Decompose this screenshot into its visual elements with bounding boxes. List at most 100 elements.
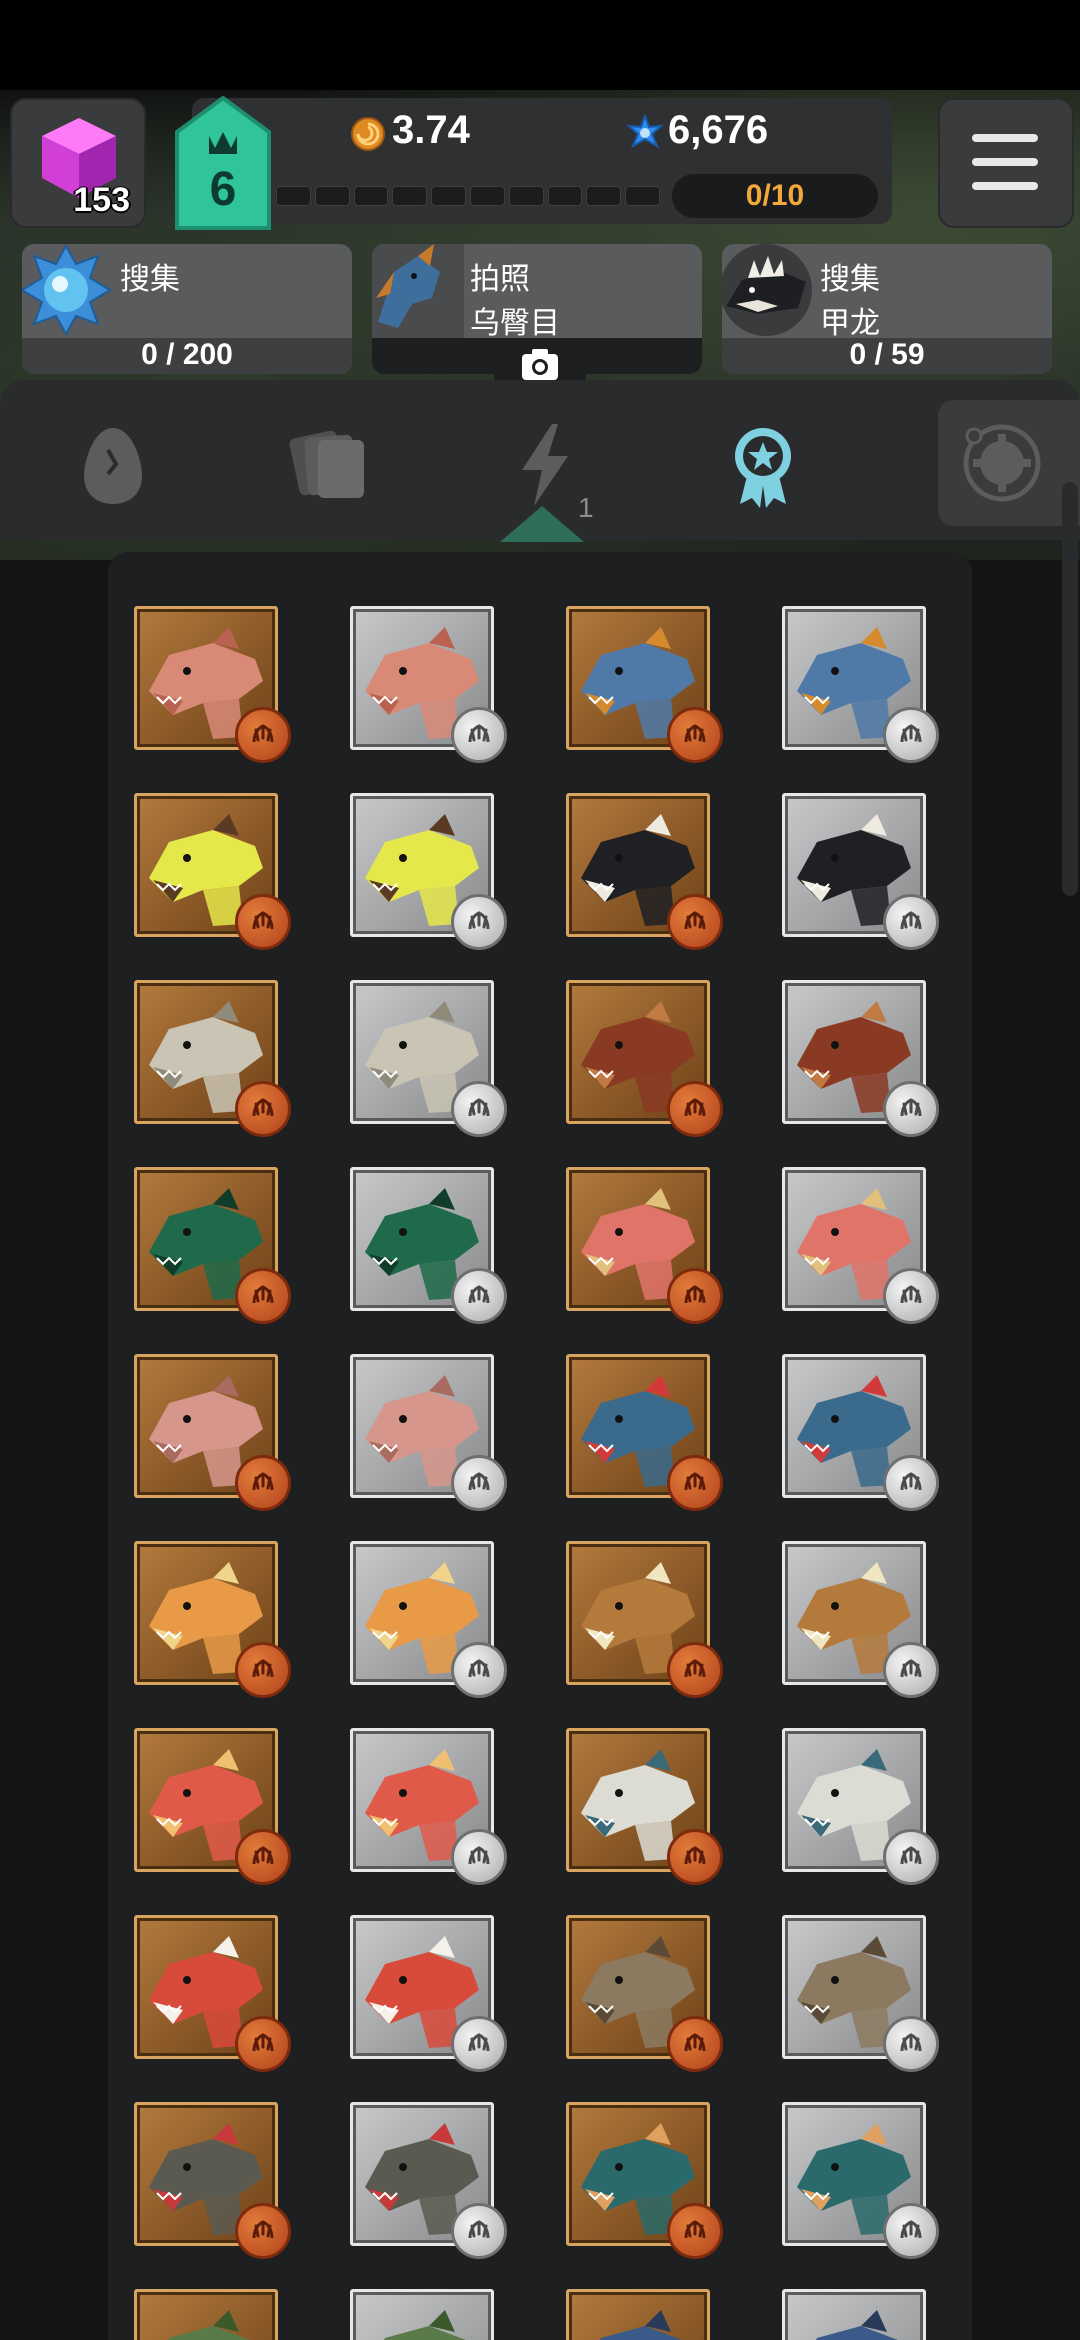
dinosaur-card-pink-longneck-bronze[interactable] <box>134 1354 291 1511</box>
menu-icon-line <box>972 158 1038 166</box>
bronze-medal-icon <box>235 1081 291 1137</box>
bronze-medal-icon <box>235 894 291 950</box>
claw-icon <box>900 1659 922 1678</box>
dinosaur-card-green-dino-silver[interactable] <box>350 2289 494 2340</box>
dinosaur-card-yellow-horned-dino-silver[interactable] <box>350 793 507 950</box>
dinosaur-card-grey-spiked-trex-bronze[interactable] <box>134 2102 291 2259</box>
dinosaur-card-spiky-brown-dino-silver[interactable] <box>782 1541 939 1698</box>
dinosaur-card-blue-crested-dino-silver[interactable] <box>782 606 939 763</box>
dinosaur-card-orange-longneck-bronze[interactable] <box>134 1541 291 1698</box>
bronze-medal-icon <box>235 1642 291 1698</box>
dinosaur-card-brown-duckbill-bronze[interactable] <box>566 1915 723 2072</box>
quest-card-collect-orbs[interactable]: 搜集 0 / 200 <box>22 244 352 374</box>
quest-title: 拍照 <box>470 263 530 296</box>
dinosaur-card-green-longneck-silver[interactable] <box>350 1167 507 1324</box>
dinosaur-card-white-longneck-bronze[interactable] <box>566 1728 723 1885</box>
cards-tab[interactable] <box>284 420 374 510</box>
dinosaur-card-teal-sailback-silver[interactable] <box>782 2102 939 2259</box>
dinosaur-head-icon <box>383 2310 466 2340</box>
xp-segment <box>353 186 389 206</box>
quest-card-collect-ankylosaur[interactable]: 搜集 甲龙 0 / 59 <box>722 244 1052 374</box>
bronze-medal-icon <box>667 2016 723 2072</box>
claw-icon <box>468 1472 490 1491</box>
dinosaur-card-green-dino-bronze[interactable] <box>134 2289 278 2340</box>
xp-counter: 0/10 <box>672 174 878 218</box>
dinosaur-card-blue-red-crested-dino-bronze[interactable] <box>566 1354 723 1511</box>
bronze-medal-icon <box>235 707 291 763</box>
game-screen: 153 6 3.74 6,676 0/10 搜集 0 / 200 拍照 乌臀目 … <box>0 0 1080 2340</box>
blue-orb-icon <box>22 244 112 337</box>
silver-medal-icon <box>883 707 939 763</box>
dinosaur-card-blue-dino-bronze[interactable] <box>566 2289 710 2340</box>
claw-icon <box>468 2220 490 2239</box>
claw-icon <box>684 911 706 930</box>
dinosaur-card-blue-crested-dino-bronze[interactable] <box>566 606 723 763</box>
egg-tab[interactable] <box>68 420 158 510</box>
bronze-medal-icon <box>667 1268 723 1324</box>
dinosaur-card-pterosaur-bronze[interactable] <box>566 980 723 1137</box>
dinosaur-card-pink-longneck-silver[interactable] <box>350 1354 507 1511</box>
xp-segment <box>431 186 466 206</box>
menu-icon-line <box>972 182 1038 190</box>
scrollbar[interactable] <box>1062 482 1078 896</box>
bronze-medal-icon <box>235 1455 291 1511</box>
bronze-medal-icon <box>667 1081 723 1137</box>
claw-icon <box>468 911 490 930</box>
silver-medal-icon <box>451 2016 507 2072</box>
dinosaur-card-spiky-brown-dino-bronze[interactable] <box>566 1541 723 1698</box>
dinosaur-card-blue-dino-silver[interactable] <box>782 2289 926 2340</box>
claw-icon <box>900 724 922 743</box>
dinosaur-card-white-longneck-silver[interactable] <box>782 1728 939 1885</box>
dinosaur-card-grey-triceratops-silver[interactable] <box>350 980 507 1137</box>
silver-medal-icon <box>883 1081 939 1137</box>
claw-icon <box>684 1846 706 1865</box>
dinosaur-card-pachycephalosaur-bronze[interactable] <box>134 1728 291 1885</box>
dinosaur-card-green-longneck-bronze[interactable] <box>134 1167 291 1324</box>
settings-button[interactable] <box>938 400 1080 526</box>
dinosaur-card-red-white-raptor-bronze[interactable] <box>134 1915 291 2072</box>
silver-medal-icon <box>451 1642 507 1698</box>
dinosaur-card-pterosaur-silver[interactable] <box>782 980 939 1137</box>
dinosaur-card-teal-sailback-bronze[interactable] <box>566 2102 723 2259</box>
claw-icon <box>684 1659 706 1678</box>
dinosaur-card-black-white-spiked-dino-silver[interactable] <box>782 793 939 950</box>
menu-button[interactable] <box>938 98 1074 228</box>
dinosaur-card-pink-crocodile-dino-silver[interactable] <box>350 606 507 763</box>
silver-medal-icon <box>883 2016 939 2072</box>
dinosaur-card-yellow-horned-dino-bronze[interactable] <box>134 793 291 950</box>
dinosaur-card-pink-crocodile-dino-bronze[interactable] <box>134 606 291 763</box>
dinosaur-card-brown-duckbill-silver[interactable] <box>782 1915 939 2072</box>
bronze-medal-icon <box>667 2203 723 2259</box>
bronze-medal-icon <box>235 2016 291 2072</box>
dinosaur-card-red-crested-raptor-bronze[interactable] <box>566 1167 723 1324</box>
dinosaur-card-red-white-raptor-silver[interactable] <box>350 1915 507 2072</box>
quest-progress: 0 / 59 <box>849 338 925 371</box>
claw-icon <box>684 2033 706 2052</box>
dinosaur-card-red-crested-raptor-silver[interactable] <box>782 1167 939 1324</box>
claw-icon <box>684 1285 706 1304</box>
silver-medal-icon <box>883 2203 939 2259</box>
dinosaur-card-grey-triceratops-bronze[interactable] <box>134 980 291 1137</box>
energy-tab[interactable] <box>500 420 590 510</box>
bronze-medal-icon <box>667 894 723 950</box>
claw-icon <box>468 1098 490 1117</box>
dinosaur-card-orange-longneck-silver[interactable] <box>350 1541 507 1698</box>
dinosaur-card-grey-spiked-trex-silver[interactable] <box>350 2102 507 2259</box>
claw-icon <box>900 2033 922 2052</box>
dinosaur-card-black-white-spiked-dino-bronze[interactable] <box>566 793 723 950</box>
claw-icon <box>468 724 490 743</box>
dinosaur-card-blue-red-crested-dino-silver[interactable] <box>782 1354 939 1511</box>
claw-icon <box>684 1472 706 1491</box>
collection-grid <box>108 552 972 2340</box>
silver-medal-icon <box>451 707 507 763</box>
claw-icon <box>900 1846 922 1865</box>
claw-icon <box>900 1098 922 1117</box>
claw-icon <box>252 724 274 743</box>
gem-button[interactable]: 153 <box>10 98 146 228</box>
player-level: 6 <box>209 163 237 216</box>
dinosaur-card-pachycephalosaur-silver[interactable] <box>350 1728 507 1885</box>
achievements-tab[interactable] <box>718 420 808 510</box>
xp-segment <box>469 186 505 206</box>
bronze-medal-icon <box>667 1829 723 1885</box>
claw-icon <box>252 1098 274 1117</box>
